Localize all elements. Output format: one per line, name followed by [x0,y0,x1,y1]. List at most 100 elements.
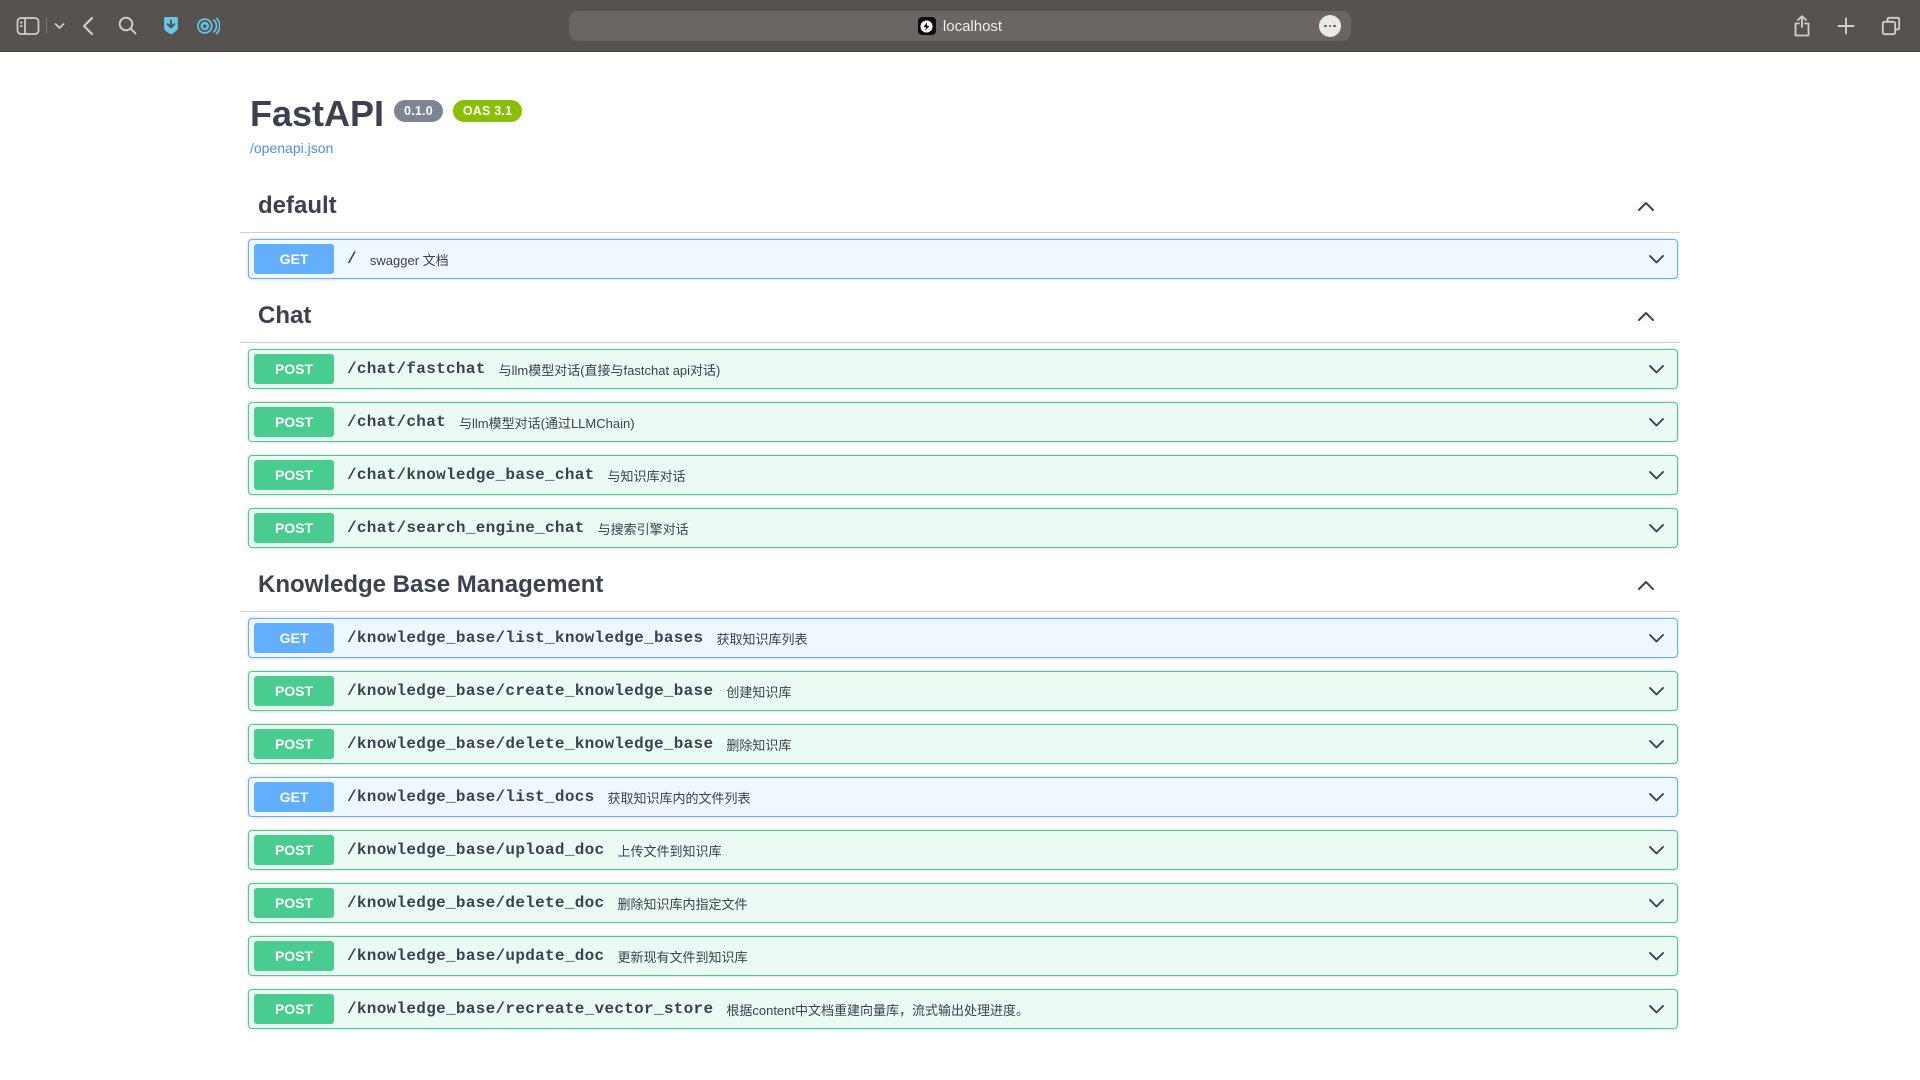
op-row[interactable]: POST /knowledge_base/delete_knowledge_ba… [248,724,1678,764]
op-description: 与llm模型对话(通过LLMChain) [459,413,635,432]
title-row: FastAPI 0.1.0 OAS 3.1 [250,92,1680,135]
chevron-down-icon[interactable] [54,22,65,30]
op-path: /knowledge_base/update_doc [347,947,604,965]
op-path: /knowledge_base/recreate_vector_store [347,1000,713,1018]
collapse-section-icon[interactable] [1637,311,1655,322]
op-path: /chat/search_engine_chat [347,519,585,537]
op-method-badge: GET [254,782,334,812]
collapse-section-icon[interactable] [1637,201,1655,212]
browser-toolbar: localhost [0,0,1920,52]
expand-operation-icon[interactable] [1648,364,1665,375]
op-row[interactable]: POST /chat/knowledge_base_chat 与知识库对话 [248,455,1678,495]
oas-badge: OAS 3.1 [453,100,522,122]
op-description: 根据content中文档重建向量库，流式输出处理进度。 [726,1000,1029,1019]
api-section: Chat POST /chat/fastchat 与llm模型对话(直接与fas… [240,292,1680,548]
section-header[interactable]: Knowledge Base Management [240,561,1680,612]
op-row[interactable]: POST /chat/search_engine_chat 与搜索引擎对话 [248,508,1678,548]
expand-operation-icon[interactable] [1648,470,1665,481]
op-method-badge: GET [254,623,334,653]
expand-operation-icon[interactable] [1648,1004,1665,1015]
op-method-badge: POST [254,994,334,1024]
swagger-page: FastAPI 0.1.0 OAS 3.1 /openapi.json defa… [0,52,1920,1080]
op-method-badge: POST [254,460,334,490]
op-row[interactable]: POST /knowledge_base/upload_doc 上传文件到知识库 [248,830,1678,870]
api-section: default GET / swagger 文档 [240,182,1680,279]
op-row[interactable]: POST /knowledge_base/recreate_vector_sto… [248,989,1678,1029]
rings-extension-icon[interactable] [196,15,220,37]
back-icon[interactable] [81,15,95,37]
section-header[interactable]: default [240,182,1680,233]
op-description: 与llm模型对话(直接与fastchat api对话) [499,360,721,379]
op-method-badge: POST [254,354,334,384]
op-row[interactable]: POST /knowledge_base/delete_doc 删除知识库内指定… [248,883,1678,923]
api-sections: default GET / swagger 文档 Chat [240,182,1680,1029]
expand-operation-icon[interactable] [1648,254,1665,265]
op-description: 更新现有文件到知识库 [617,947,747,966]
shield-extension-icon[interactable] [160,15,182,37]
op-row[interactable]: POST /knowledge_base/create_knowledge_ba… [248,671,1678,711]
op-path: /knowledge_base/upload_doc [347,841,604,859]
fastapi-favicon-icon [918,17,936,35]
op-method-badge: POST [254,835,334,865]
op-method-badge: POST [254,513,334,543]
expand-operation-icon[interactable] [1648,633,1665,644]
expand-operation-icon[interactable] [1648,686,1665,697]
expand-operation-icon[interactable] [1648,951,1665,962]
toolbar-left-group [16,15,220,37]
api-info: FastAPI 0.1.0 OAS 3.1 /openapi.json [250,92,1680,158]
op-description: 获取知识库列表 [716,629,807,648]
op-path: /knowledge_base/create_knowledge_base [347,682,713,700]
section-header[interactable]: Chat [240,292,1680,343]
toolbar-right-group [1792,0,1902,52]
op-path: /knowledge_base/delete_doc [347,894,604,912]
op-path: / [347,250,357,268]
sidebar-toggle-icon[interactable] [16,16,40,36]
section-title: default [240,192,337,220]
op-row[interactable]: POST /chat/fastchat 与llm模型对话(直接与fastchat… [248,349,1678,389]
address-bar[interactable]: localhost [569,11,1351,41]
expand-operation-icon[interactable] [1648,845,1665,856]
section-ops: GET /knowledge_base/list_knowledge_bases… [240,612,1680,1029]
op-row[interactable]: POST /knowledge_base/update_doc 更新现有文件到知… [248,936,1678,976]
version-badge: 0.1.0 [394,100,443,122]
op-method-badge: POST [254,407,334,437]
swagger-wrapper: FastAPI 0.1.0 OAS 3.1 /openapi.json defa… [240,52,1680,1029]
share-icon[interactable] [1792,14,1812,38]
expand-operation-icon[interactable] [1648,739,1665,750]
toolbar-separator [46,18,47,34]
op-path: /knowledge_base/delete_knowledge_base [347,735,713,753]
op-row[interactable]: POST /chat/chat 与llm模型对话(通过LLMChain) [248,402,1678,442]
collapse-section-icon[interactable] [1637,580,1655,591]
op-description: 与搜索引擎对话 [598,519,689,538]
api-section: Knowledge Base Management GET /knowledge… [240,561,1680,1029]
op-description: 获取知识库内的文件列表 [608,788,751,807]
op-method-badge: GET [254,244,334,274]
page-title: FastAPI [250,92,384,135]
op-path: /knowledge_base/list_knowledge_bases [347,629,703,647]
op-description: 删除知识库 [726,735,791,754]
section-title: Knowledge Base Management [240,571,603,599]
new-tab-icon[interactable] [1836,16,1856,36]
op-row[interactable]: GET / swagger 文档 [248,239,1678,279]
expand-operation-icon[interactable] [1648,417,1665,428]
section-ops: POST /chat/fastchat 与llm模型对话(直接与fastchat… [240,343,1680,548]
expand-operation-icon[interactable] [1648,523,1665,534]
openapi-json-link[interactable]: /openapi.json [250,140,333,156]
op-method-badge: POST [254,676,334,706]
search-icon[interactable] [117,15,138,36]
op-method-badge: POST [254,729,334,759]
op-row[interactable]: GET /knowledge_base/list_docs 获取知识库内的文件列… [248,777,1678,817]
section-title: Chat [240,302,311,330]
op-method-badge: POST [254,941,334,971]
ellipsis-icon[interactable] [1319,15,1341,37]
op-method-badge: POST [254,888,334,918]
expand-operation-icon[interactable] [1648,792,1665,803]
op-description: 上传文件到知识库 [617,841,721,860]
op-row[interactable]: GET /knowledge_base/list_knowledge_bases… [248,618,1678,658]
tab-overview-icon[interactable] [1880,15,1902,37]
op-path: /chat/knowledge_base_chat [347,466,595,484]
expand-operation-icon[interactable] [1648,898,1665,909]
op-path: /chat/fastchat [347,360,486,378]
op-description: 与知识库对话 [608,466,686,485]
op-path: /knowledge_base/list_docs [347,788,595,806]
